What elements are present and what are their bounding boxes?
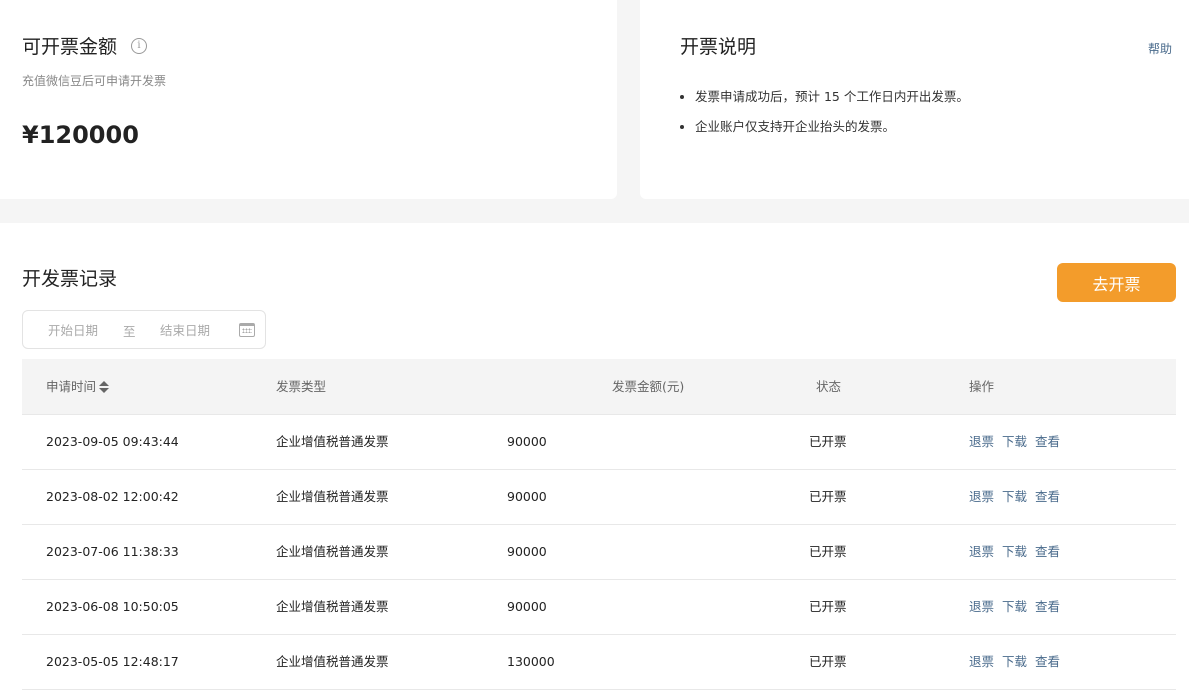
instruction-item: 企业账户仅支持开企业抬头的发票。 [680,116,969,138]
start-date-input[interactable] [37,320,109,340]
view-link[interactable]: 查看 [1035,544,1060,559]
cell-actions: 退票 下载 查看 [969,635,1068,689]
download-link[interactable]: 下载 [1002,599,1027,614]
instruction-item: 发票申请成功后，预计 15 个工作日内开出发票。 [680,86,969,108]
issue-invoice-button[interactable]: 去开票 [1057,263,1176,302]
cell-status: 已开票 [809,544,847,559]
view-link[interactable]: 查看 [1035,489,1060,504]
cell-time: 2023-09-05 09:43:44 [46,434,179,449]
table-row: 2023-08-02 12:00:42 企业增值税普通发票 90000 已开票 … [22,470,1176,525]
cell-status: 已开票 [809,434,847,449]
cell-actions: 退票 下载 查看 [969,525,1068,579]
table-row: 2023-06-08 10:50:05 企业增值税普通发票 90000 已开票 … [22,580,1176,635]
cell-status: 已开票 [809,654,847,669]
help-link[interactable]: 帮助 [1148,40,1172,57]
column-header-status: 状态 [816,379,842,394]
cell-amount: 90000 [507,599,547,614]
refund-link[interactable]: 退票 [969,544,994,559]
column-header-time-label: 申请时间 [46,379,97,394]
refund-link[interactable]: 退票 [969,654,994,669]
records-title: 开发票记录 [22,268,118,290]
cell-type: 企业增值税普通发票 [276,489,389,504]
table-row: 2023-05-05 12:48:17 企业增值税普通发票 130000 已开票… [22,635,1176,690]
available-amount-subtitle: 充值微信豆后可申请开发票 [22,74,167,88]
sort-icon[interactable] [99,380,110,393]
column-header-amount: 发票金额(元) [612,379,685,394]
table-header: 申请时间 发票类型 发票金额(元) 状态 操作 [22,359,1176,415]
cell-amount: 90000 [507,434,547,449]
column-header-type: 发票类型 [276,379,327,394]
cell-amount: 90000 [507,489,547,504]
download-link[interactable]: 下载 [1002,434,1027,449]
refund-link[interactable]: 退票 [969,489,994,504]
refund-link[interactable]: 退票 [969,434,994,449]
cell-type: 企业增值税普通发票 [276,599,389,614]
cell-actions: 退票 下载 查看 [969,470,1068,524]
info-icon[interactable]: i [131,38,147,54]
cell-time: 2023-08-02 12:00:42 [46,489,179,504]
cell-type: 企业增值税普通发票 [276,434,389,449]
table-row: 2023-07-06 11:38:33 企业增值税普通发票 90000 已开票 … [22,525,1176,580]
available-amount-card [0,0,617,199]
cell-amount: 130000 [507,654,555,669]
view-link[interactable]: 查看 [1035,654,1060,669]
cell-time: 2023-07-06 11:38:33 [46,544,179,559]
instructions-list: 发票申请成功后，预计 15 个工作日内开出发票。 企业账户仅支持开企业抬头的发票… [680,86,969,146]
calendar-icon[interactable] [239,323,255,337]
date-range-separator: 至 [123,324,136,339]
instructions-title: 开票说明 [680,36,757,58]
date-range-picker[interactable]: 至 [22,310,266,349]
refund-link[interactable]: 退票 [969,599,994,614]
cell-time: 2023-05-05 12:48:17 [46,654,179,669]
download-link[interactable]: 下载 [1002,654,1027,669]
available-amount-title: 可开票金额 [22,36,118,58]
cell-type: 企业增值税普通发票 [276,654,389,669]
view-link[interactable]: 查看 [1035,599,1060,614]
download-link[interactable]: 下载 [1002,544,1027,559]
cell-type: 企业增值税普通发票 [276,544,389,559]
available-amount-value: ¥120000 [22,121,139,149]
end-date-input[interactable] [149,320,221,340]
cell-actions: 退票 下载 查看 [969,415,1068,469]
view-link[interactable]: 查看 [1035,434,1060,449]
cell-status: 已开票 [809,489,847,504]
cell-amount: 90000 [507,544,547,559]
table-row: 2023-09-05 09:43:44 企业增值税普通发票 90000 已开票 … [22,415,1176,470]
download-link[interactable]: 下载 [1002,489,1027,504]
column-header-time[interactable]: 申请时间 [46,359,110,415]
invoice-records-table: 申请时间 发票类型 发票金额(元) 状态 操作 2023-09-05 09:43… [22,359,1176,690]
column-header-actions: 操作 [969,379,995,394]
cell-time: 2023-06-08 10:50:05 [46,599,179,614]
cell-status: 已开票 [809,599,847,614]
cell-actions: 退票 下载 查看 [969,580,1068,634]
